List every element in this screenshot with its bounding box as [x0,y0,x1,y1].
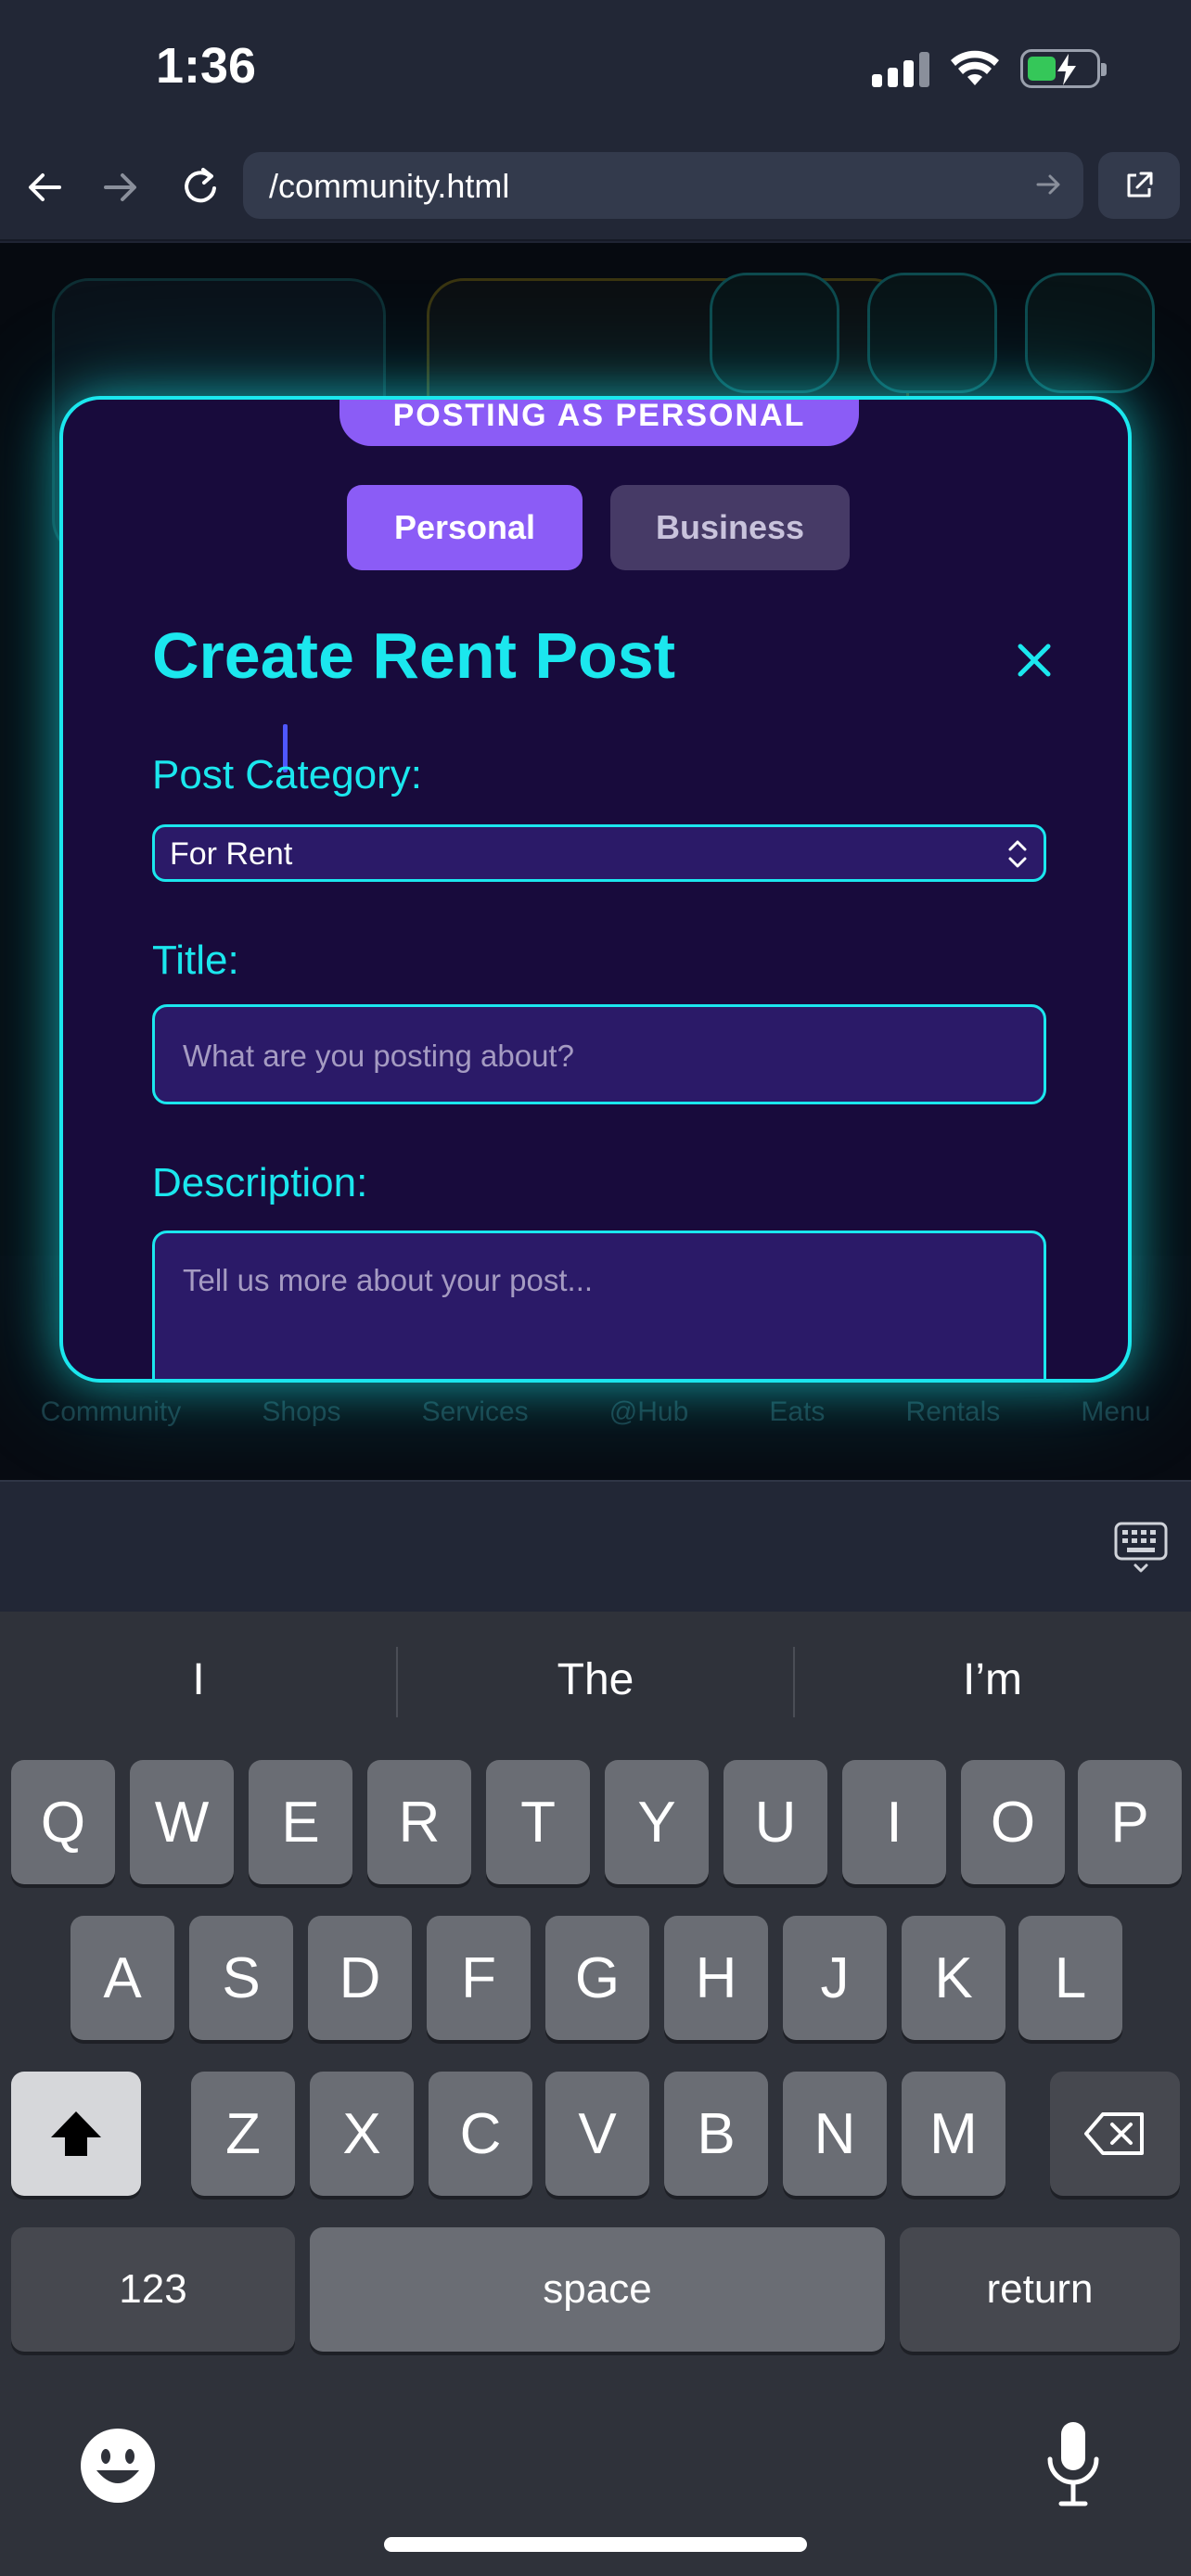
status-bar: 1:36 [0,0,1191,139]
shift-key[interactable] [11,2072,141,2196]
title-input[interactable]: What are you posting about? [152,1004,1046,1104]
key-g[interactable]: G [545,1916,649,2040]
background-nav-labels: Community Shops Services @Hub Eats Renta… [0,1396,1191,1428]
status-icons [872,45,1107,93]
description-placeholder: Tell us more about your post... [183,1263,594,1297]
backspace-key[interactable] [1050,2072,1180,2196]
on-screen-keyboard: I The I’m Q W E R T Y U I O P A S D F G … [0,1612,1191,2576]
background-search-button [710,273,839,393]
key-t[interactable]: T [486,1760,590,1884]
status-time: 1:36 [156,38,257,94]
key-o[interactable]: O [961,1760,1065,1884]
bg-nav-services: Services [421,1396,529,1427]
key-c[interactable]: C [429,2072,532,2196]
key-q[interactable]: Q [11,1760,115,1884]
url-text: /community.html [269,167,510,205]
backspace-icon [1084,2112,1144,2155]
forward-arrow-icon[interactable] [93,159,148,215]
business-toggle-button[interactable]: Business [610,485,850,570]
key-z[interactable]: Z [191,2072,295,2196]
description-textarea[interactable]: Tell us more about your post... [152,1231,1046,1379]
url-bar[interactable]: /community.html [243,152,1083,219]
space-key[interactable]: space [310,2227,885,2352]
post-category-select[interactable]: For Rent [152,824,1046,882]
key-k[interactable]: K [902,1916,1005,2040]
chevron-up-down-icon [1008,840,1027,868]
microphone-icon[interactable] [1041,2418,1106,2511]
key-d[interactable]: D [308,1916,412,2040]
background-chat-button [1025,273,1155,393]
key-x[interactable]: X [310,2072,414,2196]
keyboard-dismiss-icon[interactable] [1113,1521,1169,1575]
bg-nav-hub: @Hub [608,1396,689,1427]
key-b[interactable]: B [664,2072,768,2196]
battery-charging-icon [1020,49,1107,88]
post-category-value: For Rent [170,836,293,872]
return-key[interactable]: return [900,2227,1180,2352]
bg-nav-eats: Eats [769,1396,826,1427]
suggestion-3[interactable]: I’m [794,1654,1191,1705]
suggestion-2[interactable]: The [397,1654,794,1705]
bg-nav-rentals: Rentals [905,1396,1001,1427]
numbers-key[interactable]: 123 [11,2227,295,2352]
bg-nav-shops: Shops [262,1396,341,1427]
predictive-suggestions: I The I’m [0,1612,1191,1756]
key-m[interactable]: M [902,2072,1005,2196]
key-i[interactable]: I [842,1760,946,1884]
key-w[interactable]: W [130,1760,234,1884]
title-placeholder: What are you posting about? [183,1039,574,1073]
cellular-signal-icon [872,50,929,87]
post-category-label: Post Category: [152,752,423,797]
key-n[interactable]: N [783,2072,887,2196]
modal-title: Create Rent Post [152,619,676,692]
open-external-icon [1127,172,1153,198]
personal-toggle-button[interactable]: Personal [347,485,583,570]
key-p[interactable]: P [1078,1760,1182,1884]
open-external-button[interactable] [1098,152,1180,219]
emoji-icon[interactable] [78,2426,158,2506]
key-s[interactable]: S [189,1916,293,2040]
browser-toolbar: /community.html [0,139,1191,241]
wifi-icon [951,50,999,85]
shift-arrow-icon [51,2111,101,2156]
back-arrow-icon[interactable] [17,159,72,215]
key-e[interactable]: E [249,1760,352,1884]
reload-icon[interactable] [173,159,228,215]
key-r[interactable]: R [367,1760,471,1884]
background-up-button [867,273,997,393]
suggestion-1[interactable]: I [0,1654,397,1705]
description-label: Description: [152,1160,368,1205]
key-f[interactable]: F [427,1916,531,2040]
key-j[interactable]: J [783,1916,887,2040]
home-indicator[interactable] [384,2537,807,2552]
key-u[interactable]: U [724,1760,827,1884]
key-a[interactable]: A [70,1916,174,2040]
posting-as-badge: POSTING AS PERSONAL [339,400,859,446]
bg-nav-menu: Menu [1081,1396,1151,1427]
key-y[interactable]: Y [605,1760,709,1884]
key-v[interactable]: V [545,2072,649,2196]
key-l[interactable]: L [1018,1916,1122,2040]
title-label: Title: [152,937,239,983]
key-h[interactable]: H [664,1916,768,2040]
create-post-modal: POSTING AS PERSONAL Personal Business Cr… [59,396,1132,1383]
keyboard-accessory-bar [0,1480,1191,1612]
close-icon[interactable] [1011,637,1057,683]
bg-nav-community: Community [40,1396,182,1427]
go-arrow-icon[interactable] [1035,171,1063,198]
